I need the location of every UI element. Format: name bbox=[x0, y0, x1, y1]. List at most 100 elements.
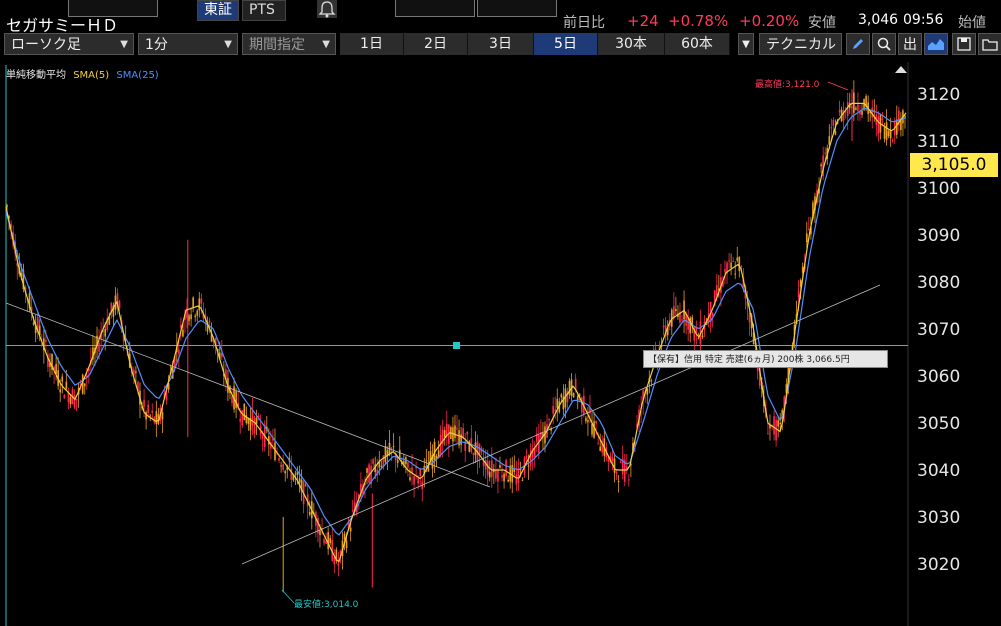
candle-body bbox=[595, 420, 597, 424]
candle-body bbox=[556, 398, 559, 408]
draw-button[interactable] bbox=[846, 33, 870, 55]
candle-body bbox=[83, 383, 86, 387]
candle-body bbox=[576, 396, 579, 401]
low-label: 安値 bbox=[808, 15, 836, 31]
candle-body bbox=[343, 533, 346, 540]
interval-select[interactable]: 1分 ▼ bbox=[138, 33, 238, 55]
chart-canvas[interactable]: 3120 3110 3100 3090 3080 3070 3060 3050 3040 3030… bbox=[0, 62, 1001, 626]
candle-body bbox=[613, 458, 616, 473]
candle-body bbox=[407, 462, 409, 468]
folder-icon bbox=[982, 39, 998, 51]
candle-body bbox=[538, 434, 540, 454]
pencil-icon bbox=[853, 39, 863, 49]
candle-body bbox=[190, 314, 192, 320]
candle-body bbox=[61, 376, 64, 382]
candle-body bbox=[319, 530, 321, 535]
candle-body bbox=[198, 298, 201, 311]
candle-body bbox=[838, 110, 841, 113]
candle-body bbox=[425, 460, 428, 462]
venue-pts-tab[interactable]: PTS bbox=[242, 0, 286, 21]
period-value: 期間指定 bbox=[249, 37, 305, 53]
candle-body bbox=[366, 468, 368, 473]
candle-body bbox=[75, 398, 78, 401]
candle-body bbox=[417, 478, 419, 484]
candle-body bbox=[548, 418, 550, 421]
candle-body bbox=[419, 469, 422, 477]
candle-body bbox=[251, 410, 254, 426]
y-axis-tick: 3080 bbox=[917, 273, 960, 293]
candle-body bbox=[443, 430, 446, 438]
candle-body bbox=[188, 315, 190, 321]
range-60bars-button[interactable]: 60本 bbox=[665, 33, 730, 55]
partial-button-left[interactable] bbox=[395, 0, 475, 17]
range-3d-button[interactable]: 3日 bbox=[468, 33, 534, 55]
candle-body bbox=[390, 447, 393, 449]
candle-body bbox=[372, 459, 374, 464]
candle-body bbox=[149, 415, 152, 417]
candle-body bbox=[151, 410, 154, 413]
range-30bars-button[interactable]: 30本 bbox=[598, 33, 665, 55]
save-button[interactable] bbox=[952, 33, 976, 55]
candle-body bbox=[887, 130, 890, 136]
open-folder-button[interactable] bbox=[978, 33, 1001, 55]
bell-icon bbox=[318, 1, 336, 18]
range-2d-button[interactable]: 2日 bbox=[404, 33, 468, 55]
candle-body bbox=[861, 110, 863, 115]
candle-body bbox=[515, 474, 518, 485]
candle-body bbox=[628, 479, 630, 481]
candle-body bbox=[329, 538, 332, 544]
chevron-down-icon: ▼ bbox=[224, 39, 232, 50]
candle-body bbox=[740, 265, 743, 267]
candle-body bbox=[178, 349, 180, 354]
candle-body bbox=[161, 412, 164, 420]
candle-body bbox=[486, 460, 489, 476]
candle-body bbox=[456, 427, 458, 430]
legend-title: 単純移動平均 bbox=[6, 70, 66, 81]
change-percent: +0.78% bbox=[668, 12, 729, 30]
candle-body bbox=[345, 540, 348, 548]
venue-tse-tab[interactable]: 東証 bbox=[197, 0, 239, 21]
candle-body bbox=[728, 260, 730, 262]
range-5d-button[interactable]: 5日 bbox=[534, 33, 598, 55]
partial-button-right[interactable] bbox=[477, 0, 557, 17]
technical-button[interactable]: テクニカル bbox=[759, 33, 842, 55]
candle-body bbox=[877, 116, 880, 135]
candle-body bbox=[349, 527, 352, 532]
candle-body bbox=[828, 136, 831, 145]
area-chart-button[interactable] bbox=[924, 33, 948, 55]
candle-body bbox=[118, 300, 121, 309]
candle-body bbox=[282, 464, 284, 470]
candle-body bbox=[104, 329, 107, 337]
alert-bell-button[interactable] bbox=[317, 0, 337, 18]
chevron-down-icon: ▼ bbox=[322, 39, 330, 50]
candle-body bbox=[560, 394, 563, 398]
candle-body bbox=[681, 319, 683, 321]
candle-body bbox=[552, 405, 554, 414]
chevron-down-icon: ▼ bbox=[120, 39, 128, 50]
change-label: 前日比 bbox=[563, 15, 605, 31]
candle-body bbox=[69, 397, 72, 404]
y-axis-tick: 3050 bbox=[917, 414, 960, 434]
volume-toggle-button[interactable]: 出 bbox=[898, 33, 922, 55]
candle-body bbox=[525, 455, 528, 459]
candle-body bbox=[308, 511, 311, 515]
candle-body bbox=[724, 269, 726, 272]
candle-body bbox=[834, 131, 837, 135]
period-select[interactable]: 期間指定 ▼ bbox=[242, 33, 336, 55]
candle-body bbox=[597, 443, 599, 445]
range-1d-button[interactable]: 1日 bbox=[340, 33, 404, 55]
chart-type-select[interactable]: ローソク足 ▼ bbox=[4, 33, 134, 55]
candle-body bbox=[327, 532, 329, 550]
zoom-button[interactable] bbox=[872, 33, 896, 55]
more-ranges-button[interactable]: ▼ bbox=[738, 33, 754, 55]
y-axis-tick: 3060 bbox=[917, 367, 960, 387]
price-chart[interactable]: 3120 3110 3100 3090 3080 3070 3060 3050 3040 3030… bbox=[0, 62, 1001, 626]
position-label[interactable]: 【保有】信用 特定 売建(6ヵ月) 200株 3,066.5円 bbox=[643, 350, 888, 368]
horizontal-line-handle[interactable] bbox=[453, 342, 460, 349]
candle-body bbox=[488, 471, 491, 478]
candle-body bbox=[507, 479, 509, 482]
candle-body bbox=[591, 423, 593, 435]
y-axis-tick: 3030 bbox=[917, 508, 960, 528]
candle-body bbox=[143, 399, 145, 408]
candle-body bbox=[147, 404, 149, 414]
